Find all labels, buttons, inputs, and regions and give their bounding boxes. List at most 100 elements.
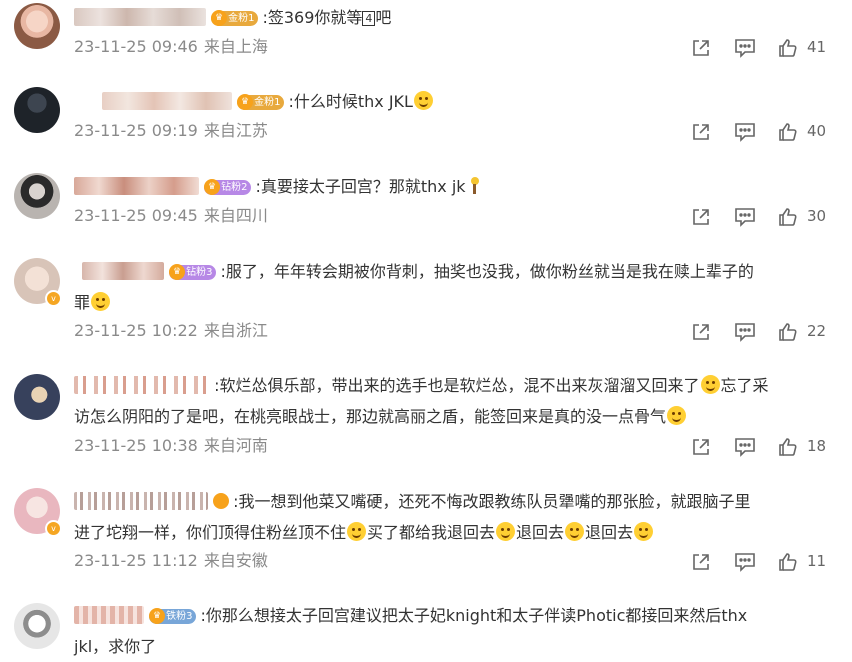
comment-text-line2: jkl，求你了 — [74, 637, 157, 656]
username[interactable] — [82, 262, 164, 280]
comment-time: 23-11-25 11:12 — [74, 551, 198, 570]
comment-time: 23-11-25 09:45 — [74, 206, 198, 225]
avatar[interactable] — [14, 374, 60, 420]
like-count: 40 — [807, 122, 827, 140]
reply-button[interactable] — [734, 120, 756, 142]
fan-crown-icon: ♛ — [237, 94, 254, 110]
share-button[interactable] — [691, 36, 711, 58]
laugh-emoji-icon — [496, 522, 516, 541]
comment-icon — [735, 323, 755, 342]
fan-crown-icon — [213, 493, 230, 509]
comment-text-line2: 进了坨翔一样，你们顶得住粉丝顶不住 — [74, 523, 347, 542]
like-count: 41 — [807, 38, 827, 56]
avatar[interactable] — [14, 603, 60, 649]
share-icon — [693, 209, 709, 225]
avatar[interactable] — [14, 3, 60, 49]
fan-badge: ♛ 金粉1 — [211, 10, 259, 26]
reply-button[interactable] — [734, 36, 756, 58]
like-button[interactable]: 11 — [778, 550, 838, 572]
comment-time: 23-11-25 10:22 — [74, 321, 198, 340]
comment-location: 来自安徽 — [203, 551, 268, 570]
like-icon — [779, 323, 797, 341]
comment-text: :真要接太子回宫？那就thx jk — [255, 177, 466, 196]
like-button[interactable]: 30 — [778, 205, 838, 227]
comment-time: 23-11-25 10:38 — [74, 436, 198, 455]
username[interactable] — [74, 492, 208, 510]
share-button[interactable] — [691, 550, 711, 572]
laugh-emoji-icon — [347, 522, 367, 541]
username[interactable] — [102, 92, 232, 110]
verified-badge-icon: v — [45, 520, 62, 537]
torch-emoji-icon — [467, 176, 483, 195]
comment-text: :什么时候thx JKL — [288, 92, 413, 111]
comment-location: 来自上海 — [203, 37, 268, 56]
username[interactable] — [74, 177, 199, 195]
fan-badge: ♛ 钻粉3 — [169, 264, 217, 280]
reply-button[interactable] — [734, 550, 756, 572]
comment-text-seg: 买了都给我退回去 — [367, 523, 496, 542]
like-icon — [779, 208, 797, 226]
comment-icon — [735, 553, 755, 572]
avatar[interactable] — [14, 173, 60, 219]
comment-location: 来自四川 — [203, 206, 268, 225]
share-icon — [693, 124, 709, 140]
fan-badge: ♛ 铁粉3 — [149, 608, 197, 624]
comment-text-tail: 吧 — [375, 8, 392, 27]
reply-button[interactable] — [734, 320, 756, 342]
laugh-emoji-icon — [667, 406, 687, 425]
like-button[interactable]: 18 — [778, 435, 838, 457]
comment-location: 来自河南 — [203, 436, 268, 455]
boxed-number: 4 — [362, 11, 376, 26]
like-icon — [779, 438, 797, 456]
like-icon — [779, 123, 797, 141]
comment-text-seg: 退回去 — [516, 523, 565, 542]
comment-icon — [735, 39, 755, 58]
comment-text: :你那么想接太子回宫建议把太子妃knight和太子伴读Photic都接回来然后t… — [200, 606, 748, 625]
like-icon — [779, 553, 797, 571]
laugh-emoji-icon — [91, 292, 111, 311]
share-icon — [693, 40, 709, 56]
comment-text-line2: 访怎么阴阳的了是吧，在桃亮眼战士，那边就高丽之盾，能签回来是真的没一点骨气 — [74, 407, 667, 426]
like-count: 30 — [807, 207, 827, 225]
comment-time: 23-11-25 09:19 — [74, 121, 198, 140]
fan-crown-icon: ♛ — [169, 264, 186, 280]
comment-text: :软烂怂俱乐部，带出来的选手也是软烂怂，混不出来灰溜溜又回来了 — [214, 376, 700, 395]
avatar[interactable] — [14, 87, 60, 133]
fan-crown-icon: ♛ — [149, 608, 166, 624]
like-button[interactable]: 40 — [778, 120, 838, 142]
share-button[interactable] — [691, 120, 711, 142]
comment-text: :我一想到他菜又嘴硬，还死不悔改跟教练队员犟嘴的那张脸，就跟脑子里 — [233, 492, 751, 511]
laugh-emoji-icon — [634, 522, 654, 541]
reply-button[interactable] — [734, 205, 756, 227]
fan-crown-icon: ♛ — [204, 179, 221, 195]
like-count: 11 — [807, 552, 827, 570]
like-count: 22 — [807, 322, 827, 340]
share-button[interactable] — [691, 205, 711, 227]
share-icon — [693, 439, 709, 455]
share-icon — [693, 324, 709, 340]
fan-badge: ♛ 钻粉2 — [204, 179, 252, 195]
username[interactable] — [74, 8, 206, 26]
comment-location: 来自浙江 — [203, 321, 268, 340]
comment-text-cont: 忘了采 — [720, 376, 769, 395]
username[interactable] — [74, 606, 144, 624]
like-button[interactable]: 41 — [778, 36, 838, 58]
like-icon — [779, 39, 797, 57]
fan-crown-icon: ♛ — [211, 10, 228, 26]
verified-badge-icon: v — [45, 290, 62, 307]
comment-icon — [735, 123, 755, 142]
share-button[interactable] — [691, 320, 711, 342]
username[interactable] — [74, 376, 209, 394]
comment-icon — [735, 438, 755, 457]
comment-text: :服了，年年转会期被你背刺，抽奖也没我，做你粉丝就当是我在赎上辈子的 — [220, 262, 754, 281]
smile-emoji-icon — [413, 91, 433, 110]
comment-text-seg: 退回去 — [585, 523, 634, 542]
comment-time: 23-11-25 09:46 — [74, 37, 198, 56]
comment-text: :签369你就等 — [262, 8, 363, 27]
comment-icon — [735, 208, 755, 227]
share-button[interactable] — [691, 435, 711, 457]
reply-button[interactable] — [734, 435, 756, 457]
like-count: 18 — [807, 437, 827, 455]
like-button[interactable]: 22 — [778, 320, 838, 342]
fan-badge: ♛ 金粉1 — [237, 94, 285, 110]
